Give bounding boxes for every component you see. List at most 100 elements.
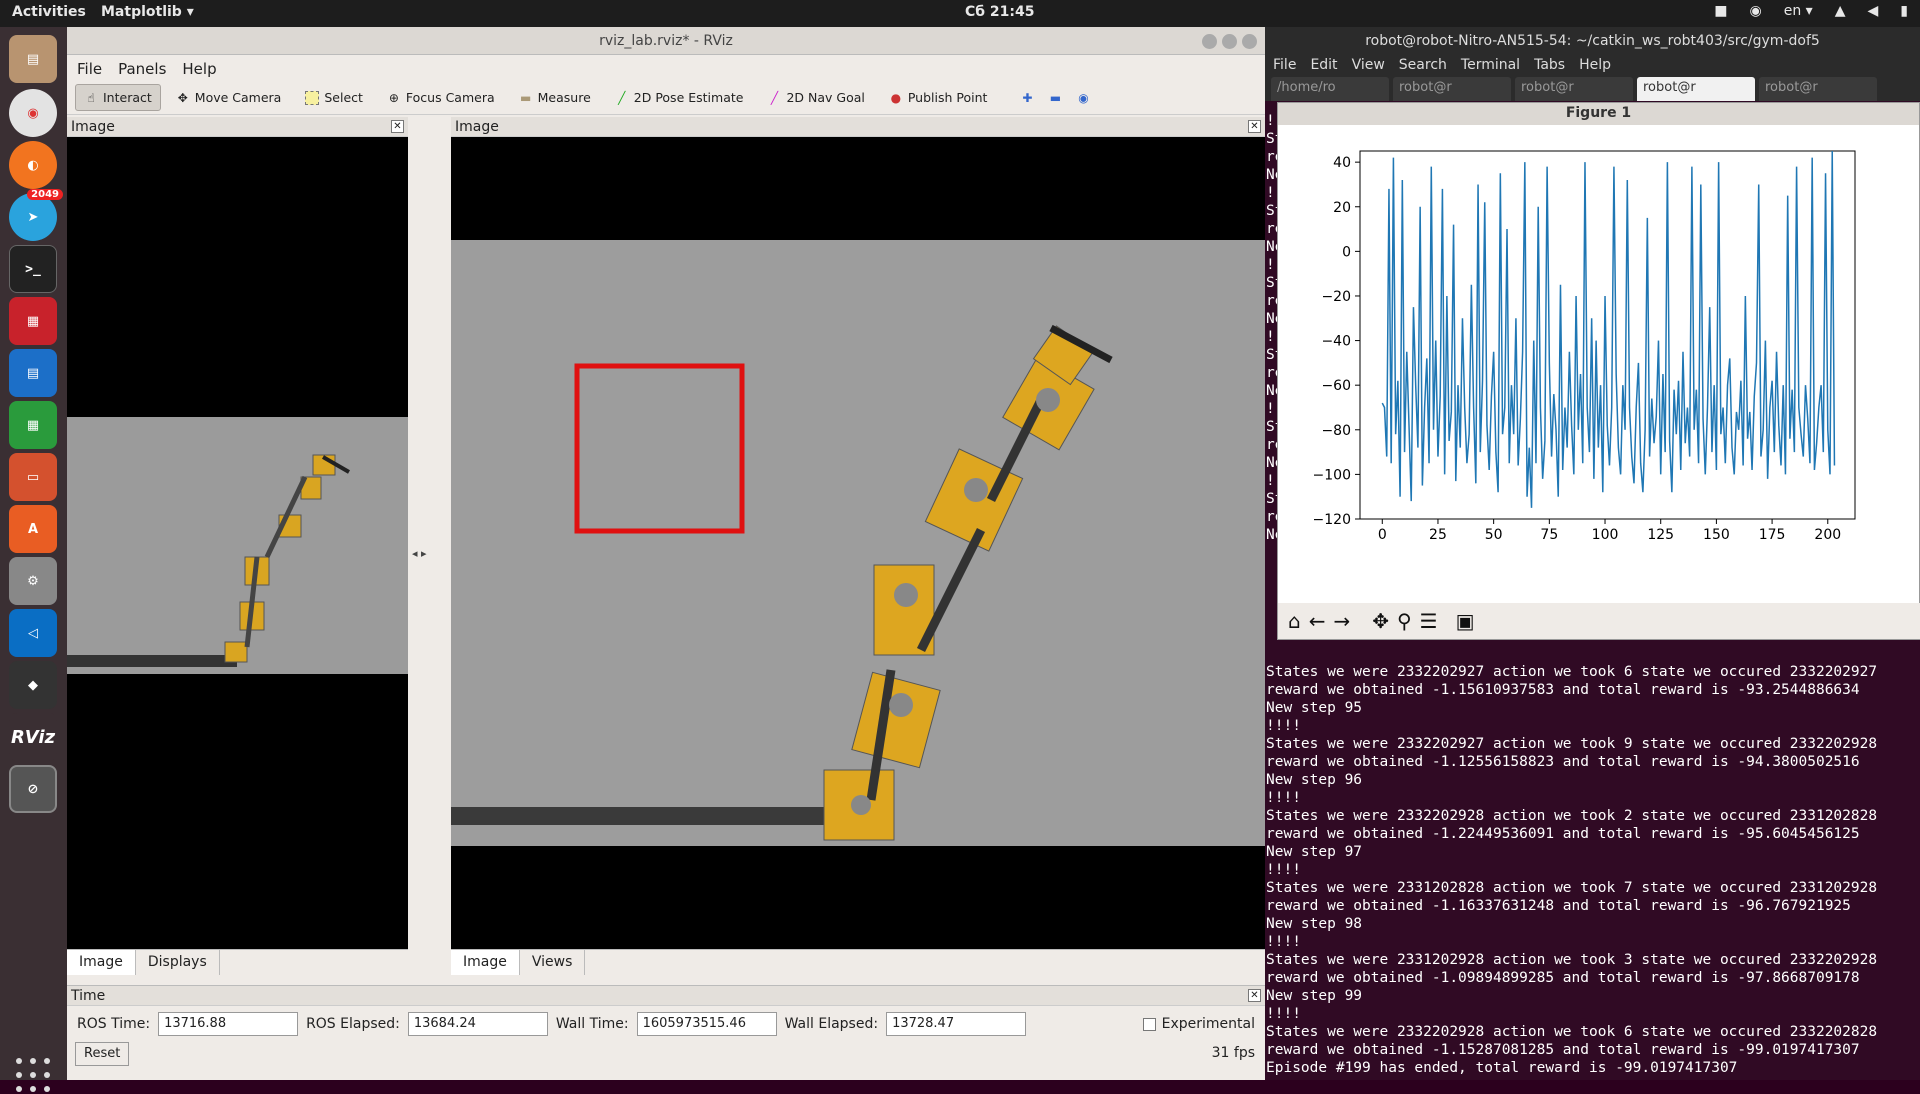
telegram-icon[interactable]: ➤ 2049 [9, 189, 63, 241]
terminal-line: reward we obtained -1.15287081285 and to… [1266, 1042, 1860, 1058]
rviz-window: rviz_lab.rviz* - RViz File Panels Help ☝… [67, 27, 1265, 1080]
menu-panels[interactable]: Panels [118, 60, 166, 78]
x-tick-label: 175 [1759, 527, 1786, 543]
terminal-menu-view[interactable]: View [1352, 57, 1385, 75]
interact-tool[interactable]: ☝ Interact [75, 84, 161, 111]
publish-point-tool[interactable]: ● Publish Point [880, 84, 997, 111]
battery-icon[interactable]: ▮ [1900, 3, 1908, 19]
splitter-handle[interactable]: ◂ ▸ [412, 547, 427, 560]
focus-camera-tool[interactable]: ⊕ Focus Camera [378, 84, 504, 111]
wall-elapsed-field[interactable]: 13728.47 [886, 1012, 1027, 1036]
terminal-tab[interactable]: robot@r [1759, 77, 1877, 101]
left-image-panel: Image ✕ Image Displays [67, 117, 408, 979]
app-menu[interactable]: Matplotlib ▾ [101, 4, 194, 20]
time-panel-close[interactable]: ✕ [1248, 989, 1261, 1002]
tab-image[interactable]: Image [67, 950, 136, 975]
ros-time-field[interactable]: 13716.88 [158, 1012, 299, 1036]
camera-icon[interactable]: ■ [1714, 3, 1727, 19]
clock[interactable]: Сб 21:45 [965, 4, 1035, 20]
minimize-button[interactable] [1202, 34, 1217, 49]
rviz-icon[interactable]: RViz [9, 713, 57, 761]
ros-elapsed-label: ROS Elapsed: [306, 1016, 400, 1032]
layers-icon[interactable]: ◆ [9, 661, 57, 709]
firefox-icon[interactable]: ◐ [9, 141, 57, 189]
tab-displays[interactable]: Displays [136, 950, 220, 975]
terminal-menu-search[interactable]: Search [1399, 57, 1447, 75]
terminal-menu-tabs[interactable]: Tabs [1534, 57, 1565, 75]
figure-titlebar[interactable]: Figure 1 [1278, 103, 1919, 125]
ros-elapsed-field[interactable]: 13684.24 [407, 1012, 548, 1036]
rviz-titlebar[interactable]: rviz_lab.rviz* - RViz [67, 27, 1265, 55]
add-tool-icon[interactable]: ✚ [1020, 91, 1034, 105]
nav-goal-tool[interactable]: ╱ 2D Nav Goal [758, 84, 873, 111]
show-apps-icon[interactable] [16, 1058, 52, 1094]
terminal-tab-active[interactable]: robot@r [1637, 77, 1755, 101]
hand-icon: ☝ [87, 90, 95, 105]
remove-tool-icon[interactable]: ▬ [1048, 91, 1062, 105]
move-camera-tool[interactable]: ✥ Move Camera [167, 84, 291, 111]
system-tray[interactable]: ■ ◉ en ▾ ▲ ◀ ▮ [1714, 3, 1908, 19]
eye-icon[interactable]: ◉ [1076, 91, 1090, 105]
calc-icon[interactable]: ▦ [9, 401, 57, 449]
terminal-line: States we were 2331202828 action we took… [1266, 880, 1878, 896]
wifi-icon[interactable]: ▲ [1835, 3, 1846, 19]
terminal-menu-file[interactable]: File [1273, 57, 1296, 75]
back-icon[interactable]: ← [1309, 609, 1326, 633]
pan-icon[interactable]: ✥ [1372, 609, 1389, 633]
maximize-button[interactable] [1222, 34, 1237, 49]
measure-tool[interactable]: ▬ Measure [510, 84, 600, 111]
activities-button[interactable]: Activities [12, 4, 86, 20]
experimental-checkbox[interactable]: Experimental [1142, 1016, 1255, 1032]
left-panel-close[interactable]: ✕ [391, 120, 404, 133]
menu-file[interactable]: File [77, 60, 102, 78]
close-button[interactable] [1242, 34, 1257, 49]
terminal-tab[interactable]: robot@r [1393, 77, 1511, 101]
main-image-view[interactable] [451, 137, 1265, 949]
writer-icon[interactable]: ▤ [9, 349, 57, 397]
terminal-line: New step 99 [1266, 988, 1363, 1004]
terminal-tab[interactable]: /home/ro [1271, 77, 1389, 101]
y-tick-label: 40 [1333, 155, 1351, 171]
terminal-menu-help[interactable]: Help [1579, 57, 1611, 75]
vscode-icon[interactable]: ◁ [9, 609, 57, 657]
ruler-icon: ▬ [519, 90, 532, 105]
pose-estimate-tool[interactable]: ╱ 2D Pose Estimate [606, 84, 753, 111]
ros-time-label: ROS Time: [77, 1016, 151, 1032]
terminal-output[interactable]: States we were 2332202927 action we took… [1265, 663, 1920, 1077]
save-icon[interactable]: ▣ [1456, 609, 1475, 633]
time-panel-header: Time ✕ [67, 986, 1265, 1006]
menu-help[interactable]: Help [182, 60, 216, 78]
software-center-icon[interactable]: A [9, 505, 57, 553]
left-image-view[interactable] [67, 137, 408, 949]
terminal-line: reward we obtained -1.09894899285 and to… [1266, 970, 1860, 986]
app-icon[interactable]: ▦ [9, 297, 57, 345]
wall-time-field[interactable]: 1605973515.46 [636, 1012, 777, 1036]
zoom-icon[interactable]: ⚲ [1397, 609, 1412, 633]
chrome-icon[interactable]: ◉ [9, 89, 57, 137]
language-indicator[interactable]: en ▾ [1784, 3, 1813, 19]
main-panel-close[interactable]: ✕ [1248, 120, 1261, 133]
terminal-line: !!!! [1266, 718, 1301, 734]
record-icon[interactable]: ⊘ [9, 765, 57, 813]
wall-elapsed-label: Wall Elapsed: [784, 1016, 879, 1032]
figure-title: Figure 1 [1565, 105, 1632, 121]
configure-icon[interactable]: ☰ [1420, 609, 1438, 633]
line-chart: 0 25 50 75 100 125 150 175 20040200−20−40−60−80−… [1313, 150, 1856, 543]
terminal-titlebar[interactable]: robot@robot-Nitro-AN515-54: ~/catkin_ws_… [1265, 27, 1920, 55]
impress-icon[interactable]: ▭ [9, 453, 57, 501]
tab-image-main[interactable]: Image [451, 950, 520, 975]
volume-icon[interactable]: ◀ [1868, 3, 1879, 19]
home-icon[interactable]: ⌂ [1288, 609, 1301, 633]
reset-button[interactable]: Reset [75, 1042, 130, 1066]
terminal-menu-edit[interactable]: Edit [1310, 57, 1337, 75]
tab-views[interactable]: Views [520, 950, 586, 975]
terminal-menu-terminal[interactable]: Terminal [1461, 57, 1520, 75]
terminal-icon[interactable]: >_ [9, 245, 57, 293]
y-tick-label: 20 [1333, 200, 1351, 216]
files-icon[interactable]: ▤ [9, 35, 57, 83]
settings-icon[interactable]: ⚙ [9, 557, 57, 605]
forward-icon[interactable]: → [1333, 609, 1350, 633]
terminal-tab[interactable]: robot@r [1515, 77, 1633, 101]
update-icon[interactable]: ◉ [1750, 3, 1762, 19]
select-tool[interactable]: Select [296, 84, 372, 111]
